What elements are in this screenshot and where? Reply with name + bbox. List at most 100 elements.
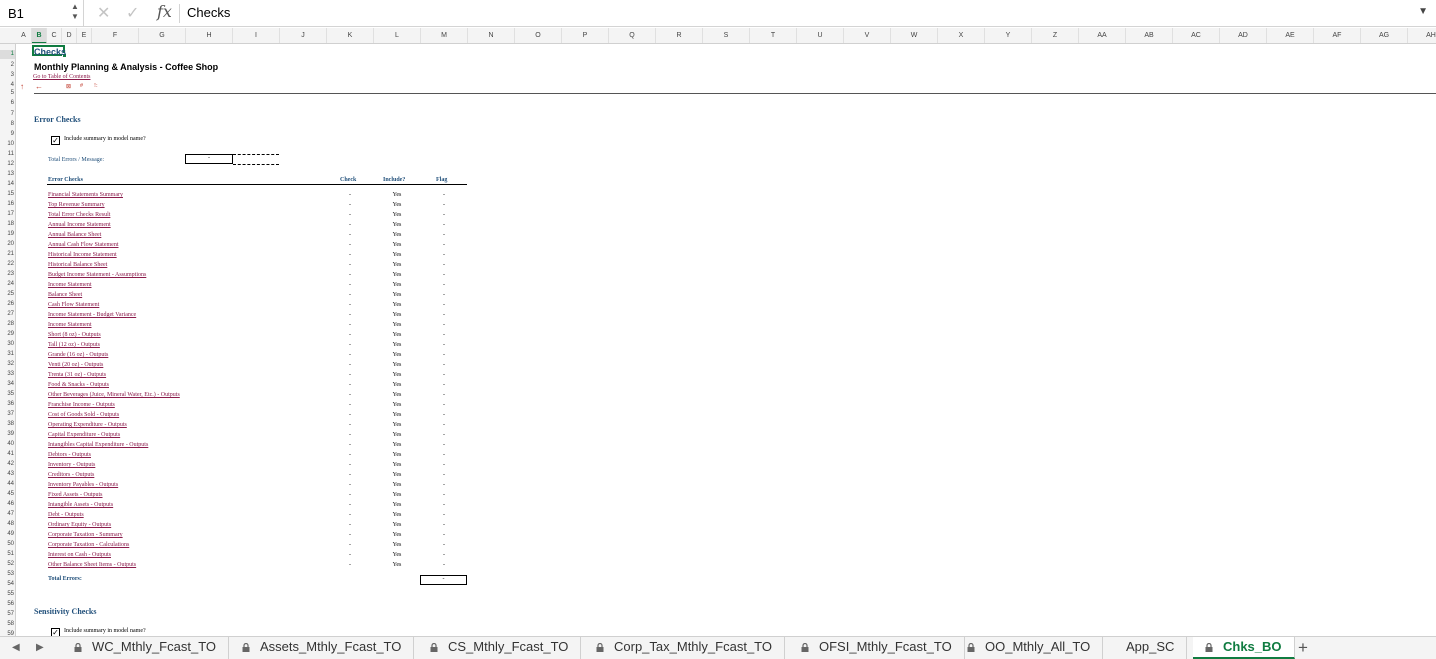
row-header-35[interactable]: 35 [0, 389, 15, 399]
error-check-flag[interactable]: - [425, 292, 463, 298]
error-check-include[interactable]: Yes [378, 292, 416, 298]
column-header-ac[interactable]: AC [1173, 28, 1220, 43]
error-check-link[interactable]: Debt - Outputs [48, 512, 84, 518]
name-box-value[interactable]: B1 [8, 6, 24, 21]
error-check-value[interactable]: - [331, 512, 369, 518]
error-check-link[interactable]: Trenta (31 oz) - Outputs [48, 372, 106, 378]
error-check-flag[interactable]: - [425, 262, 463, 268]
error-check-value[interactable]: - [331, 362, 369, 368]
formula-input[interactable]: Checks [187, 5, 230, 20]
column-header-j[interactable]: J [280, 28, 327, 43]
error-check-value[interactable]: - [331, 422, 369, 428]
error-check-link[interactable]: Debtors - Outputs [48, 452, 91, 458]
row-header-9[interactable]: 9 [0, 129, 15, 139]
row-header-50[interactable]: 50 [0, 539, 15, 549]
sheet-tab[interactable]: Corp_Tax_Mthly_Fcast_TO [584, 637, 785, 659]
error-check-flag[interactable]: - [425, 282, 463, 288]
error-check-flag[interactable]: - [425, 482, 463, 488]
column-header-x[interactable]: X [938, 28, 985, 43]
column-header-i[interactable]: I [233, 28, 280, 43]
column-header-ab[interactable]: AB [1126, 28, 1173, 43]
row-header-48[interactable]: 48 [0, 519, 15, 529]
error-check-link[interactable]: Tall (12 oz) - Outputs [48, 342, 100, 348]
error-check-link[interactable]: Balance Sheet [48, 292, 82, 298]
error-check-flag[interactable]: - [425, 472, 463, 478]
error-check-flag[interactable]: - [425, 432, 463, 438]
row-header-41[interactable]: 41 [0, 449, 15, 459]
row-header-55[interactable]: 55 [0, 589, 15, 599]
sheet-tab[interactable]: OO_Mthly_All_TO [955, 637, 1104, 659]
error-check-include[interactable]: Yes [378, 322, 416, 328]
error-check-value[interactable]: - [331, 562, 369, 568]
error-check-link[interactable]: Annual Balance Sheet [48, 232, 101, 238]
column-header-o[interactable]: O [515, 28, 562, 43]
error-check-value[interactable]: - [331, 342, 369, 348]
error-check-include[interactable]: Yes [378, 552, 416, 558]
error-check-include[interactable]: Yes [378, 262, 416, 268]
name-box-dropdown-icon[interactable]: ▲ ▼ [71, 2, 79, 22]
error-box-icon[interactable]: ⊠ [66, 83, 71, 90]
row-header-37[interactable]: 37 [0, 409, 15, 419]
error-check-link[interactable]: Intangibles Capital Expenditure - Output… [48, 442, 148, 448]
row-header-43[interactable]: 43 [0, 469, 15, 479]
error-check-link[interactable]: Capital Expenditure - Outputs [48, 432, 120, 438]
error-check-include[interactable]: Yes [378, 332, 416, 338]
error-check-include[interactable]: Yes [378, 512, 416, 518]
error-check-value[interactable]: - [331, 522, 369, 528]
error-check-value[interactable]: - [331, 482, 369, 488]
error-check-link[interactable]: Inventory - Outputs [48, 462, 95, 468]
error-check-link[interactable]: Inventory Payables - Outputs [48, 482, 118, 488]
total-errors-value[interactable]: - [420, 575, 467, 585]
error-check-include[interactable]: Yes [378, 242, 416, 248]
row-header-24[interactable]: 24 [0, 279, 15, 289]
row-header-3[interactable]: 3 [0, 71, 15, 80]
error-check-flag[interactable]: - [425, 192, 463, 198]
error-check-include[interactable]: Yes [378, 192, 416, 198]
error-check-include[interactable]: Yes [378, 402, 416, 408]
error-check-flag[interactable]: - [425, 252, 463, 258]
error-check-flag[interactable]: - [425, 542, 463, 548]
error-check-include[interactable]: Yes [378, 352, 416, 358]
row-header-26[interactable]: 26 [0, 299, 15, 309]
row-header-11[interactable]: 11 [0, 149, 15, 159]
error-check-include[interactable]: Yes [378, 482, 416, 488]
error-check-flag[interactable]: - [425, 532, 463, 538]
row-header-33[interactable]: 33 [0, 369, 15, 379]
row-header-40[interactable]: 40 [0, 439, 15, 449]
error-check-flag[interactable]: - [425, 312, 463, 318]
error-check-include[interactable]: Yes [378, 202, 416, 208]
column-header-g[interactable]: G [139, 28, 186, 43]
error-check-link[interactable]: Cost of Goods Sold - Outputs [48, 412, 119, 418]
error-check-link[interactable]: Fixed Assets - Outputs [48, 492, 103, 498]
column-header-ae[interactable]: AE [1267, 28, 1314, 43]
left-arrow-icon[interactable]: ← [35, 82, 43, 91]
error-check-link[interactable]: Income Statement - Budget Variance [48, 312, 136, 318]
include-summary-label[interactable]: Include summary in model name? [64, 136, 146, 142]
error-check-value[interactable]: - [331, 352, 369, 358]
error-check-flag[interactable]: - [425, 202, 463, 208]
sheet-tab[interactable]: Assets_Mthly_Fcast_TO [230, 637, 415, 659]
column-header-aa[interactable]: AA [1079, 28, 1126, 43]
error-check-value[interactable]: - [331, 412, 369, 418]
row-header-25[interactable]: 25 [0, 289, 15, 299]
error-check-flag[interactable]: - [425, 332, 463, 338]
row-header-8[interactable]: 8 [0, 119, 15, 129]
sheet-tab[interactable]: OFSI_Mthly_Fcast_TO [789, 637, 965, 659]
error-check-value[interactable]: - [331, 392, 369, 398]
column-header-r[interactable]: R [656, 28, 703, 43]
error-check-include[interactable]: Yes [378, 312, 416, 318]
row-header-28[interactable]: 28 [0, 319, 15, 329]
row-header-36[interactable]: 36 [0, 399, 15, 409]
include-column-header[interactable]: Include? [383, 177, 405, 183]
error-check-link[interactable]: Annual Income Statement [48, 222, 111, 228]
expand-formula-bar-icon[interactable]: ▼ [1418, 6, 1428, 17]
row-header-17[interactable]: 17 [0, 209, 15, 219]
error-checks-heading[interactable]: Error Checks [34, 115, 81, 124]
column-header-y[interactable]: Y [985, 28, 1032, 43]
row-header-45[interactable]: 45 [0, 489, 15, 499]
row-header-2[interactable]: 2 [0, 59, 15, 71]
error-check-include[interactable]: Yes [378, 392, 416, 398]
row-header-49[interactable]: 49 [0, 529, 15, 539]
row-header-52[interactable]: 52 [0, 559, 15, 569]
column-header-a[interactable]: A [16, 28, 32, 43]
